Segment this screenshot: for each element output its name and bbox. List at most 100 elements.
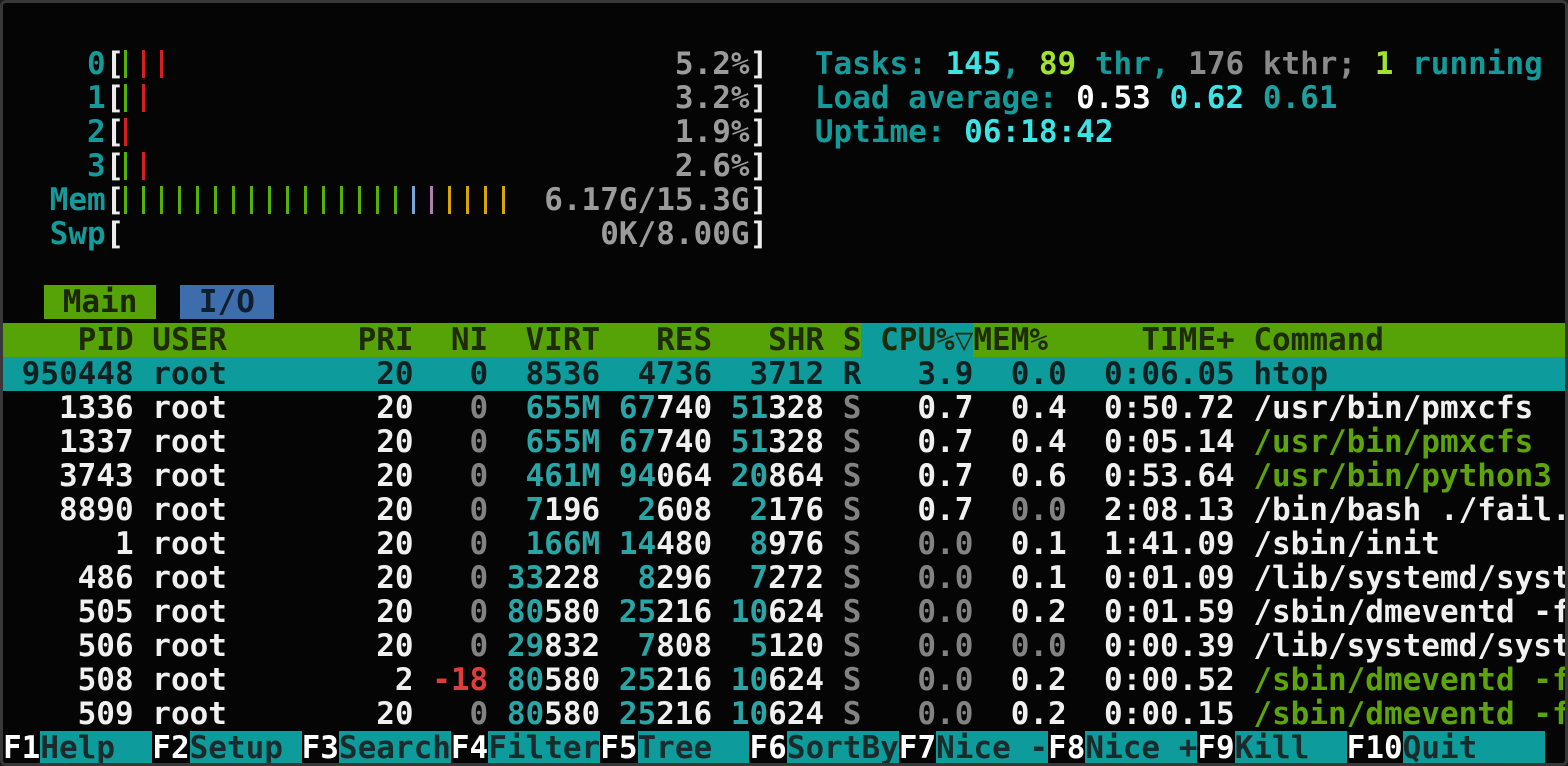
fn-setup[interactable]: F2Setup	[152, 731, 301, 765]
command-value: /sbin/dmeventd -f	[1253, 697, 1565, 731]
state-value: S	[824, 425, 861, 459]
res-value: 4736	[600, 357, 712, 391]
cpu-percent-value: 0.0	[861, 561, 973, 595]
meter-tick-green	[142, 186, 145, 214]
state-value: R	[824, 357, 861, 391]
meter-tick-green	[178, 186, 181, 214]
cpu0-label: 0	[50, 47, 106, 81]
process-row[interactable]: 509root200805802521610624S0.00.20:00.15/…	[3, 697, 1565, 731]
meter-tick-green	[196, 186, 199, 214]
header-mem[interactable]: MEM%	[973, 323, 1066, 357]
bracket-open: [	[106, 81, 125, 115]
meter-tick-purple	[430, 186, 433, 214]
cpu-percent-value: 0.0	[861, 527, 973, 561]
state-value: S	[824, 527, 861, 561]
process-row[interactable]: 1root200166M144808976S0.00.11:41.09/sbin…	[3, 527, 1565, 561]
swp-bar: 0K/8.00G	[124, 217, 749, 251]
pid-value: 950448	[3, 357, 134, 391]
ni-value: 0	[414, 697, 489, 731]
header-user[interactable]: USER	[152, 323, 339, 357]
ni-value: 0	[414, 527, 489, 561]
meter-tick-green	[214, 186, 217, 214]
command-value: /usr/bin/pmxcfs	[1253, 425, 1565, 459]
cpu0-bar: 5.2%	[124, 47, 749, 81]
header-command[interactable]: Command	[1253, 323, 1565, 357]
process-row[interactable]: 486root2003322882967272S0.00.10:01.09/li…	[3, 561, 1565, 595]
header-pid[interactable]: PID	[3, 323, 134, 357]
ni-value: 0	[414, 595, 489, 629]
process-row[interactable]: 950448root200853647363712R3.90.00:06.05h…	[3, 357, 1565, 391]
fn-nice-minus[interactable]: F7Nice -	[899, 731, 1048, 765]
ni-value: 0	[414, 493, 489, 527]
virt-value: 29832	[488, 629, 600, 663]
tab-main[interactable]: Main	[44, 285, 156, 319]
cpu-percent-value: 3.9	[861, 357, 973, 391]
cpu3-bar: 2.6%	[124, 149, 749, 183]
fn-kill[interactable]: F9Kill	[1197, 731, 1346, 765]
time-value: 0:50.72	[1067, 391, 1235, 425]
pri-value: 20	[339, 595, 414, 629]
cpu3-label: 3	[50, 149, 106, 183]
user-value: root	[152, 425, 339, 459]
res-value: 14480	[600, 527, 712, 561]
function-key-bar: F1Help F2Setup F3Search F4Filter F5Tree …	[3, 731, 1565, 765]
shr-value: 8976	[712, 527, 824, 561]
meter-tick-green	[376, 186, 379, 214]
tasks-kthreads: 176 kthr;	[1188, 47, 1375, 81]
mem-percent-value: 0.2	[973, 697, 1066, 731]
fn-nice-plus[interactable]: F8Nice +	[1048, 731, 1197, 765]
tab-io[interactable]: I/O	[180, 285, 273, 319]
res-value: 7808	[600, 629, 712, 663]
process-row[interactable]: 8890root200719626082176S0.70.02:08.13/bi…	[3, 493, 1565, 527]
meter-tick-green	[286, 186, 289, 214]
header-state[interactable]: S	[824, 323, 861, 357]
command-value: /sbin/dmeventd -f	[1253, 595, 1565, 629]
process-row[interactable]: 3743root200461M9406420864S0.70.60:53.64/…	[3, 459, 1565, 493]
tab-gap	[156, 285, 180, 319]
shr-value: 51328	[712, 425, 824, 459]
meter-tick-green	[394, 186, 397, 214]
fn-search[interactable]: F3Search	[302, 731, 451, 765]
header-cpu-sort[interactable]: CPU%▽	[861, 323, 973, 357]
mem-percent-value: 0.4	[973, 391, 1066, 425]
meter-tick-yellow	[502, 186, 505, 214]
res-value: 94064	[600, 459, 712, 493]
header-ni[interactable]: NI	[414, 323, 489, 357]
cpu-percent-value: 0.7	[861, 391, 973, 425]
process-row[interactable]: 508root2-18805802521610624S0.00.20:00.52…	[3, 663, 1565, 697]
fn-quit[interactable]: F10Quit	[1347, 731, 1545, 765]
cpu2-value: 1.9%	[675, 115, 750, 149]
res-value: 2608	[600, 493, 712, 527]
meter-tick-green	[322, 186, 325, 214]
time-value: 0:00.15	[1067, 697, 1235, 731]
pid-value: 8890	[3, 493, 134, 527]
bracket-open: [	[106, 149, 125, 183]
shr-value: 10624	[712, 595, 824, 629]
command-value: /bin/bash ./fail.sh	[1253, 493, 1565, 527]
header-res[interactable]: RES	[600, 323, 712, 357]
mem-percent-value: 0.4	[973, 425, 1066, 459]
fn-sortby[interactable]: F6SortBy	[749, 731, 898, 765]
virt-value: 655M	[488, 391, 600, 425]
header-shr[interactable]: SHR	[712, 323, 824, 357]
process-row[interactable]: 505root200805802521610624S0.00.20:01.59/…	[3, 595, 1565, 629]
cpu1-label: 1	[50, 81, 106, 115]
res-value: 67740	[600, 391, 712, 425]
fn-help[interactable]: F1Help	[3, 731, 152, 765]
header-time[interactable]: TIME+	[1067, 323, 1235, 357]
bracket-open: [	[106, 217, 125, 251]
table-header-row: PID USER PRI NI VIRT RES SHR S CPU%▽ MEM…	[3, 323, 1565, 357]
bracket-open: [	[106, 183, 125, 217]
meter-tick-green	[340, 186, 343, 214]
cpu-percent-value: 0.7	[861, 425, 973, 459]
header-pri[interactable]: PRI	[339, 323, 414, 357]
time-value: 0:00.39	[1067, 629, 1235, 663]
header-virt[interactable]: VIRT	[488, 323, 600, 357]
fn-filter[interactable]: F4Filter	[451, 731, 600, 765]
ni-value: -18	[414, 663, 489, 697]
process-row[interactable]: 506root2002983278085120S0.00.00:00.39/li…	[3, 629, 1565, 663]
virt-value: 80580	[488, 697, 600, 731]
fn-tree[interactable]: F5Tree	[600, 731, 749, 765]
process-row[interactable]: 1337root200655M6774051328S0.70.40:05.14/…	[3, 425, 1565, 459]
process-row[interactable]: 1336root200655M6774051328S0.70.40:50.72/…	[3, 391, 1565, 425]
